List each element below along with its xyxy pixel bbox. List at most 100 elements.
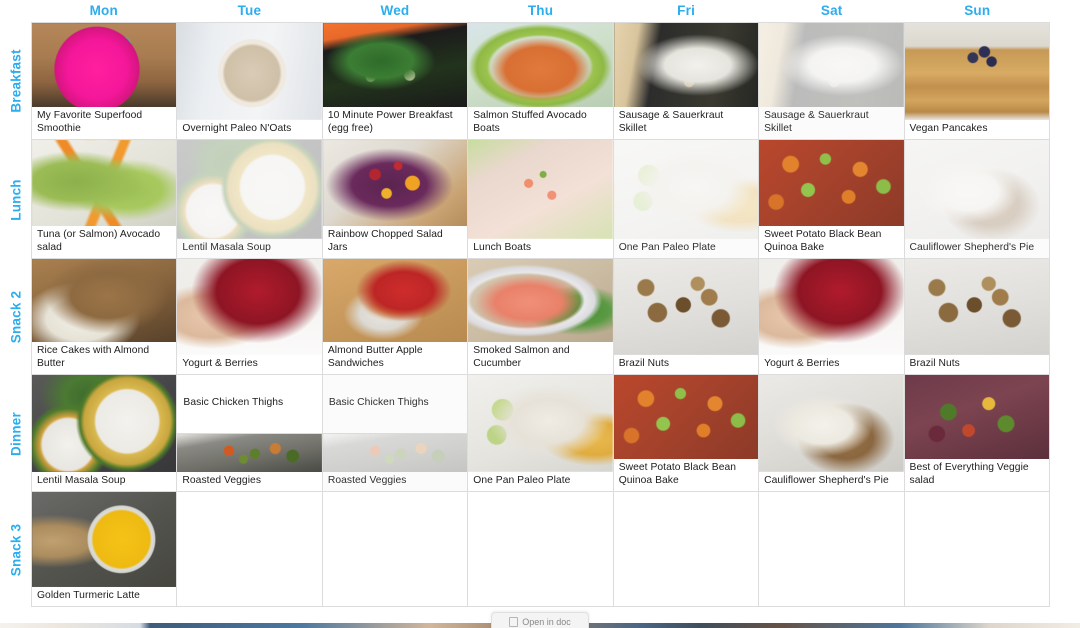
meal-cell-snack-3-fri[interactable] [613, 492, 760, 607]
meal-title: Brazil Nuts [613, 354, 759, 374]
meal-item[interactable]: Brazil Nuts [904, 259, 1049, 374]
meal-cell-dinner-thu[interactable]: One Pan Paleo Plate [468, 375, 614, 492]
meal-photo-sauerkraut-skillet [613, 23, 759, 108]
meal-cell-breakfast-tue[interactable]: Overnight Paleo N'Oats [177, 22, 323, 140]
meal-item[interactable]: My Favorite Superfood Smoothie [32, 23, 177, 139]
meal-cell-snack-3-mon[interactable]: Golden Turmeric Latte [31, 492, 178, 607]
meal-cell-lunch-fri[interactable]: One Pan Paleo Plate [613, 140, 760, 259]
meal-title: Brazil Nuts [904, 354, 1049, 374]
day-header-sun[interactable]: Sun [904, 0, 1050, 22]
meal-title: Basic Chicken Thighs [177, 394, 322, 414]
meal-photo-shepherds-pie [904, 140, 1049, 239]
meal-item[interactable]: Brazil Nuts [613, 259, 759, 374]
meal-cell-dinner-wed[interactable]: Basic Chicken Thighs Roasted Veggies [322, 375, 469, 492]
meal-item[interactable]: Smoked Salmon and Cucumber [468, 259, 613, 374]
meal-cell-lunch-mon[interactable]: Tuna (or Salmon) Avocado salad [31, 140, 178, 259]
day-header-thu[interactable]: Thu [468, 0, 614, 22]
meal-photo-brazil-nuts [904, 259, 1049, 355]
meal-item[interactable]: One Pan Paleo Plate [468, 375, 613, 491]
meal-cell-breakfast-wed[interactable]: 10 Minute Power Breakfast (egg free) [322, 22, 469, 140]
meal-photo-rainbow-salad [322, 140, 468, 227]
meal-item[interactable]: One Pan Paleo Plate [613, 140, 759, 258]
meal-item[interactable]: Basic Chicken Thighs [322, 375, 468, 433]
meal-cell-snack-3-tue[interactable] [177, 492, 323, 607]
meal-item[interactable]: Basic Chicken Thighs [177, 375, 322, 433]
row-cells: My Favorite Superfood Smoothie Overnight … [31, 22, 1050, 140]
meal-item[interactable]: Cauliflower Shepherd's Pie [904, 140, 1049, 258]
meal-photo-smoothie [32, 23, 177, 108]
meal-cell-dinner-fri[interactable]: Sweet Potato Black Bean Quinoa Bake [613, 375, 760, 492]
meal-item[interactable]: Yogurt & Berries [759, 259, 904, 374]
meal-title: My Favorite Superfood Smoothie [32, 107, 177, 139]
meal-cell-snack-2-sun[interactable]: Brazil Nuts [904, 259, 1050, 375]
meal-item[interactable]: Rice Cakes with Almond Butter [32, 259, 177, 374]
meal-title: Smoked Salmon and Cucumber [468, 342, 613, 374]
day-header-mon[interactable]: Mon [31, 0, 177, 22]
meal-cell-snack-2-fri[interactable]: Brazil Nuts [613, 259, 760, 375]
meal-cell-snack-3-thu[interactable] [468, 492, 614, 607]
meal-cell-breakfast-thu[interactable]: Salmon Stuffed Avocado Boats [468, 22, 614, 140]
meal-cell-snack-3-wed[interactable] [322, 492, 469, 607]
meal-item[interactable]: Salmon Stuffed Avocado Boats [468, 23, 613, 139]
row-label-cell-lunch: Lunch [0, 140, 31, 259]
meal-item[interactable]: Tuna (or Salmon) Avocado salad [32, 140, 177, 258]
meal-photo-veggie-salad [904, 375, 1049, 460]
meal-cell-snack-2-mon[interactable]: Rice Cakes with Almond Butter [31, 259, 178, 375]
meal-cell-lunch-sun[interactable]: Cauliflower Shepherd's Pie [904, 140, 1050, 259]
meal-item[interactable]: Sausage & Sauerkraut Skillet [759, 23, 904, 139]
meal-cell-lunch-wed[interactable]: Rainbow Chopped Salad Jars [322, 140, 469, 259]
row-label-cell-snack-2: Snack 2 [0, 259, 31, 375]
meal-cell-snack-2-thu[interactable]: Smoked Salmon and Cucumber [468, 259, 614, 375]
meal-cell-breakfast-mon[interactable]: My Favorite Superfood Smoothie [31, 22, 178, 140]
day-header-tue[interactable]: Tue [177, 0, 323, 22]
meal-item[interactable]: Yogurt & Berries [177, 259, 322, 374]
day-header-fri[interactable]: Fri [613, 0, 759, 22]
row-label-snack-2: Snack 2 [8, 290, 23, 344]
meal-title: Tuna (or Salmon) Avocado salad [32, 226, 177, 258]
meal-row-snack-2: Snack 2 Rice Cakes with Almond Butter Yogu… [0, 259, 1050, 375]
meal-title: Lentil Masala Soup [32, 471, 177, 491]
open-in-doc-button[interactable]: Open in doc [491, 612, 589, 628]
meal-cell-breakfast-sun[interactable]: Vegan Pancakes [904, 22, 1050, 140]
row-label-cell-breakfast: Breakfast [0, 22, 31, 140]
meal-title: Cauliflower Shepherd's Pie [904, 238, 1049, 258]
meal-cell-dinner-tue[interactable]: Basic Chicken Thighs Roasted Veggies [177, 375, 323, 492]
row-cells: Tuna (or Salmon) Avocado salad Lentil Mas… [31, 140, 1050, 259]
meal-item[interactable]: Sausage & Sauerkraut Skillet [613, 23, 759, 139]
meal-cell-snack-3-sun[interactable] [904, 492, 1050, 607]
meal-item[interactable]: Lunch Boats [468, 140, 613, 258]
document-icon [509, 617, 519, 627]
meal-cell-snack-3-sat[interactable] [759, 492, 905, 607]
meal-title: One Pan Paleo Plate [613, 238, 759, 258]
meal-item[interactable]: Sweet Potato Black Bean Quinoa Bake [759, 140, 904, 258]
meal-item[interactable]: Roasted Veggies [322, 432, 468, 491]
meal-cell-snack-2-wed[interactable]: Almond Butter Apple Sandwiches [322, 259, 469, 375]
meal-item[interactable]: Roasted Veggies [177, 432, 322, 491]
meal-cell-snack-2-sat[interactable]: Yogurt & Berries [759, 259, 905, 375]
meal-cell-dinner-sun[interactable]: Best of Everything Veggie salad [904, 375, 1050, 492]
meal-item[interactable]: Lentil Masala Soup [177, 140, 322, 258]
meal-cell-dinner-sat[interactable]: Cauliflower Shepherd's Pie [759, 375, 905, 492]
meal-item[interactable]: Lentil Masala Soup [32, 375, 177, 491]
meal-cell-lunch-thu[interactable]: Lunch Boats [468, 140, 614, 259]
day-header-sat[interactable]: Sat [759, 0, 905, 22]
meal-cell-breakfast-sat[interactable]: Sausage & Sauerkraut Skillet [759, 22, 905, 140]
meal-item[interactable]: Golden Turmeric Latte [32, 492, 177, 606]
meal-cell-lunch-sat[interactable]: Sweet Potato Black Bean Quinoa Bake [759, 140, 905, 259]
meal-item[interactable]: Almond Butter Apple Sandwiches [322, 259, 468, 374]
bottom-partial-strip: Open in doc [0, 607, 1080, 628]
meal-title: Sausage & Sauerkraut Skillet [613, 107, 759, 139]
meal-cell-dinner-mon[interactable]: Lentil Masala Soup [31, 375, 178, 492]
meal-item[interactable]: Overnight Paleo N'Oats [177, 23, 322, 139]
row-label-snack-3: Snack 3 [8, 523, 23, 576]
meal-cell-lunch-tue[interactable]: Lentil Masala Soup [177, 140, 323, 259]
meal-cell-snack-2-tue[interactable]: Yogurt & Berries [177, 259, 323, 375]
meal-item[interactable]: Vegan Pancakes [904, 23, 1049, 139]
meal-item[interactable]: Cauliflower Shepherd's Pie [759, 375, 904, 491]
meal-item[interactable]: Rainbow Chopped Salad Jars [322, 140, 468, 258]
meal-item[interactable]: Sweet Potato Black Bean Quinoa Bake [613, 375, 759, 491]
meal-item[interactable]: 10 Minute Power Breakfast (egg free) [322, 23, 468, 139]
day-header-wed[interactable]: Wed [322, 0, 468, 22]
meal-cell-breakfast-fri[interactable]: Sausage & Sauerkraut Skillet [613, 22, 760, 140]
meal-item[interactable]: Best of Everything Veggie salad [904, 375, 1049, 491]
